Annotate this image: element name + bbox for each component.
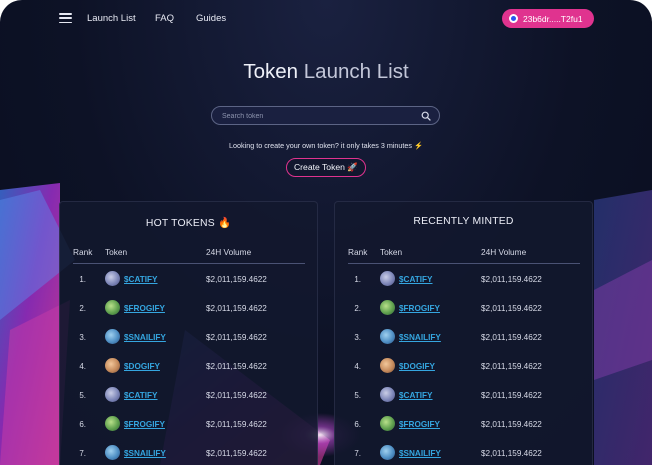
snail-token-icon [105, 445, 120, 460]
volume-header: 24H Volume [206, 247, 252, 257]
token-header: Token [105, 247, 128, 257]
snail-token-icon [380, 445, 395, 460]
row-rank: 4. [354, 362, 361, 371]
header-divider [73, 263, 305, 264]
row-rank: 7. [354, 449, 361, 458]
table-row[interactable]: 4. $DOGIFY $2,011,159.4622 [335, 358, 592, 378]
row-volume: $2,011,159.4622 [481, 275, 542, 284]
wallet-icon [509, 14, 518, 23]
nav-link-guides[interactable]: Guides [196, 13, 226, 24]
menu-icon[interactable] [59, 13, 72, 24]
wallet-button[interactable]: 23b6dr.....T2fu1 [502, 9, 594, 28]
row-volume: $2,011,159.4622 [206, 333, 267, 342]
table-row[interactable]: 3. $SNAILIFY $2,011,159.4622 [335, 329, 592, 349]
table-row[interactable]: 1. $CATIFY $2,011,159.4622 [60, 271, 317, 291]
row-rank: 2. [354, 304, 361, 313]
frog-token-icon [380, 300, 395, 315]
cat-token-icon [380, 387, 395, 402]
hot-tokens-panel: HOT TOKENS 🔥 Rank Token 24H Volume 1. $CA… [59, 201, 318, 465]
app-frame: Launch List FAQ Guides 23b6dr.....T2fu1 … [0, 0, 652, 465]
token-link[interactable]: $SNAILIFY [399, 333, 441, 342]
row-rank: 6. [354, 420, 361, 429]
volume-header: 24H Volume [481, 247, 527, 257]
row-volume: $2,011,159.4622 [481, 333, 542, 342]
row-rank: 1. [354, 275, 361, 284]
row-volume: $2,011,159.4622 [481, 304, 542, 313]
row-volume: $2,011,159.4622 [481, 420, 542, 429]
row-rank: 5. [79, 391, 86, 400]
wallet-address: 23b6dr.....T2fu1 [523, 13, 583, 24]
row-rank: 7. [79, 449, 86, 458]
table-row[interactable]: 4. $DOGIFY $2,011,159.4622 [60, 358, 317, 378]
token-link[interactable]: $CATIFY [124, 275, 158, 284]
row-volume: $2,011,159.4622 [481, 362, 542, 371]
token-link[interactable]: $FROGIFY [399, 420, 440, 429]
nav-link-launch-list[interactable]: Launch List [87, 13, 136, 24]
token-link[interactable]: $SNAILIFY [399, 449, 441, 458]
snail-token-icon [105, 329, 120, 344]
hot-tokens-title: HOT TOKENS 🔥 [145, 218, 232, 229]
token-link[interactable]: $FROGIFY [124, 420, 165, 429]
row-volume: $2,011,159.4622 [206, 362, 267, 371]
token-header: Token [380, 247, 403, 257]
token-link[interactable]: $CATIFY [399, 391, 433, 400]
table-row[interactable]: 2. $FROGIFY $2,011,159.4622 [335, 300, 592, 320]
rank-header: Rank [73, 247, 93, 257]
row-volume: $2,011,159.4622 [481, 391, 542, 400]
cat-token-icon [105, 387, 120, 402]
row-volume: $2,011,159.4622 [206, 275, 267, 284]
cat-token-icon [105, 271, 120, 286]
row-volume: $2,011,159.4622 [206, 449, 267, 458]
token-link[interactable]: $SNAILIFY [124, 333, 166, 342]
row-rank: 2. [79, 304, 86, 313]
create-token-button[interactable]: Create Token 🚀 [286, 158, 366, 177]
header-divider [348, 263, 580, 264]
search-input[interactable] [220, 109, 424, 124]
search-icon[interactable] [421, 111, 431, 121]
rank-header: Rank [348, 247, 368, 257]
token-link[interactable]: $FROGIFY [399, 304, 440, 313]
table-row[interactable]: 5. $CATIFY $2,011,159.4622 [60, 387, 317, 407]
row-rank: 1. [79, 275, 86, 284]
row-volume: $2,011,159.4622 [481, 449, 542, 458]
table-row[interactable]: 5. $CATIFY $2,011,159.4622 [335, 387, 592, 407]
nav-link-faq[interactable]: FAQ [155, 13, 174, 24]
table-row[interactable]: 2. $FROGIFY $2,011,159.4622 [60, 300, 317, 320]
row-rank: 6. [79, 420, 86, 429]
row-volume: $2,011,159.4622 [206, 420, 267, 429]
row-volume: $2,011,159.4622 [206, 391, 267, 400]
table-row[interactable]: 1. $CATIFY $2,011,159.4622 [335, 271, 592, 291]
frog-token-icon [105, 416, 120, 431]
promo-text: Looking to create your own token? it onl… [229, 141, 423, 150]
table-row[interactable]: 3. $SNAILIFY $2,011,159.4622 [60, 329, 317, 349]
token-link[interactable]: $SNAILIFY [124, 449, 166, 458]
dog-token-icon [380, 358, 395, 373]
token-link[interactable]: $DOGIFY [124, 362, 160, 371]
frog-token-icon [380, 416, 395, 431]
recently-minted-title: RECENTLY MINTED [413, 216, 514, 227]
search-box [211, 106, 440, 125]
row-rank: 3. [354, 333, 361, 342]
cat-token-icon [380, 271, 395, 286]
snail-token-icon [380, 329, 395, 344]
table-row[interactable]: 7. $SNAILIFY $2,011,159.4622 [335, 445, 592, 465]
table-row[interactable]: 6. $FROGIFY $2,011,159.4622 [60, 416, 317, 436]
page-title-main: Token [243, 60, 299, 83]
token-link[interactable]: $CATIFY [399, 275, 433, 284]
row-rank: 3. [79, 333, 86, 342]
dog-token-icon [105, 358, 120, 373]
page-title-light: Launch List [303, 60, 409, 83]
row-rank: 5. [354, 391, 361, 400]
row-rank: 4. [79, 362, 86, 371]
token-link[interactable]: $CATIFY [124, 391, 158, 400]
token-link[interactable]: $FROGIFY [124, 304, 165, 313]
row-volume: $2,011,159.4622 [206, 304, 267, 313]
frog-token-icon [105, 300, 120, 315]
recently-minted-panel: RECENTLY MINTED Rank Token 24H Volume 1.… [334, 201, 593, 465]
table-row[interactable]: 6. $FROGIFY $2,011,159.4622 [335, 416, 592, 436]
top-nav: Launch List FAQ Guides 23b6dr.....T2fu1 [0, 0, 652, 38]
token-link[interactable]: $DOGIFY [399, 362, 435, 371]
table-row[interactable]: 7. $SNAILIFY $2,011,159.4622 [60, 445, 317, 465]
page-title: Token Launch List [0, 60, 652, 84]
